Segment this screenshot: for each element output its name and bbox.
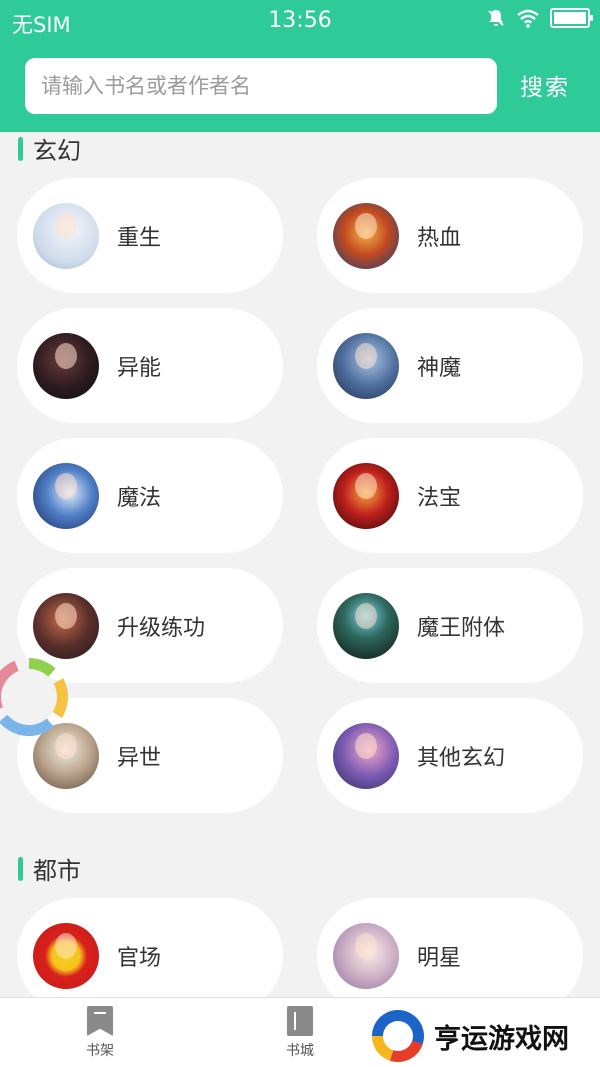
category-card[interactable]: 神魔 — [317, 308, 583, 423]
section-title: 都市 — [33, 857, 81, 885]
category-avatar — [33, 922, 99, 989]
status-bar: 无SIM 13:56 — [0, 0, 600, 44]
category-card[interactable]: 其他玄幻 — [317, 698, 583, 813]
category-card[interactable]: 魔法 — [17, 438, 283, 553]
watermark-logo-icon — [372, 1010, 424, 1062]
battery-icon — [550, 8, 593, 28]
tab-label: 书架 — [86, 1043, 114, 1059]
category-avatar — [333, 722, 399, 789]
tab-bookshelf[interactable]: 书架 — [60, 1006, 140, 1060]
category-label: 其他玄幻 — [417, 745, 506, 771]
category-label: 明星 — [417, 945, 462, 971]
category-label: 魔王附体 — [417, 615, 506, 641]
category-avatar — [33, 202, 99, 269]
section-header-xuanhuan: 玄幻 — [18, 131, 81, 166]
category-label: 法宝 — [417, 485, 462, 511]
tab-bookstore[interactable]: 书城 — [260, 1006, 340, 1060]
category-avatar — [333, 922, 399, 989]
category-card[interactable]: 升级练功 — [17, 568, 283, 683]
category-label: 异世 — [117, 745, 162, 771]
category-label: 热血 — [417, 225, 462, 251]
category-label: 重生 — [117, 225, 162, 251]
watermark-text: 亨运游戏网 — [434, 1023, 569, 1055]
category-card[interactable]: 明星 — [317, 898, 583, 1013]
category-avatar — [333, 202, 399, 269]
category-label: 官场 — [117, 945, 162, 971]
category-label: 魔法 — [117, 485, 162, 511]
category-avatar — [33, 462, 99, 529]
category-card[interactable]: 官场 — [17, 898, 283, 1013]
category-avatar — [333, 462, 399, 529]
category-avatar — [33, 332, 99, 399]
watermark: 亨运游戏网 — [372, 1005, 596, 1067]
category-avatar — [333, 592, 399, 659]
category-label: 升级练功 — [117, 615, 206, 641]
section-header-dushi: 都市 — [18, 851, 81, 886]
category-label: 神魔 — [417, 355, 462, 381]
search-input[interactable] — [25, 58, 497, 114]
category-avatar — [333, 332, 399, 399]
mute-bell-icon — [488, 10, 504, 26]
category-avatar — [33, 592, 99, 659]
bookmark-icon — [87, 1006, 113, 1036]
category-card[interactable]: 魔王附体 — [317, 568, 583, 683]
header-bar: 无SIM 13:56 搜索 — [0, 0, 600, 132]
search-row: 搜索 — [25, 58, 585, 114]
category-label: 异能 — [117, 355, 162, 381]
search-button[interactable]: 搜索 — [520, 68, 570, 102]
section-title: 玄幻 — [33, 137, 81, 165]
section-accent-bar — [18, 856, 23, 881]
book-icon — [287, 1006, 313, 1036]
category-card[interactable]: 热血 — [317, 178, 583, 293]
wifi-icon — [517, 9, 539, 28]
tab-label: 书城 — [286, 1043, 314, 1059]
category-card[interactable]: 重生 — [17, 178, 283, 293]
section-accent-bar — [18, 136, 23, 161]
category-card[interactable]: 异能 — [17, 308, 283, 423]
category-card[interactable]: 法宝 — [317, 438, 583, 553]
